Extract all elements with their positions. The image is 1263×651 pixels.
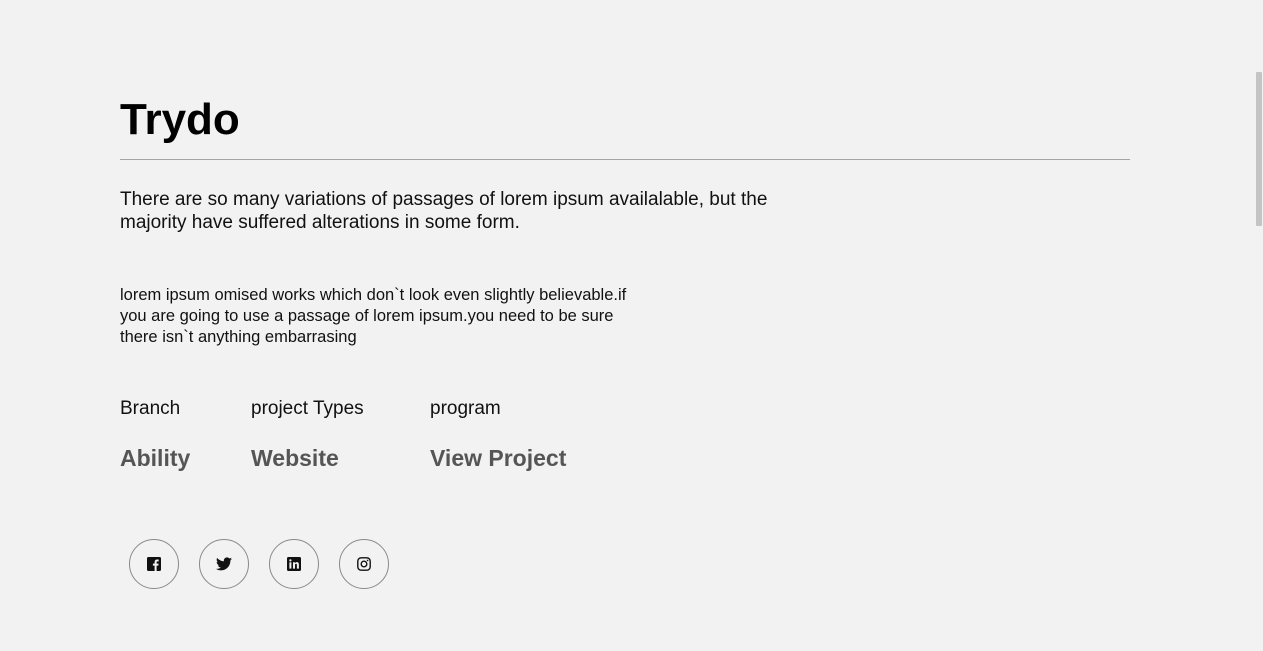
linkedin-icon [287, 557, 301, 571]
lead-paragraph: There are so many variations of passages… [120, 189, 768, 233]
title-divider [120, 159, 1130, 160]
scrollbar-thumb[interactable] [1256, 72, 1262, 226]
meta-branch: Branch Ability [120, 397, 251, 471]
meta-branch-label: Branch [120, 398, 181, 419]
twitter-icon [216, 557, 232, 571]
social-links [129, 539, 389, 589]
project-meta: Branch Ability project Types Website pro… [120, 397, 630, 471]
facebook-icon [147, 557, 161, 571]
twitter-button[interactable] [199, 539, 249, 589]
description-paragraph: lorem ipsum omised works which don`t loo… [120, 286, 627, 346]
linkedin-button[interactable] [269, 539, 319, 589]
page-scrollbar[interactable] [1255, 0, 1263, 651]
meta-project-types-label: project Types [251, 398, 364, 419]
meta-program: program View Project [430, 397, 630, 471]
instagram-button[interactable] [339, 539, 389, 589]
facebook-button[interactable] [129, 539, 179, 589]
meta-program-label: program [430, 398, 501, 419]
meta-branch-value: Ability [120, 445, 191, 471]
project-details-page: Trydo There are so many variations of pa… [0, 0, 1263, 651]
meta-project-types: project Types Website [251, 397, 430, 471]
instagram-icon [357, 557, 371, 571]
view-project-link[interactable]: View Project [430, 445, 630, 471]
page-title: Trydo [120, 95, 240, 144]
meta-project-types-value: Website [251, 445, 339, 471]
